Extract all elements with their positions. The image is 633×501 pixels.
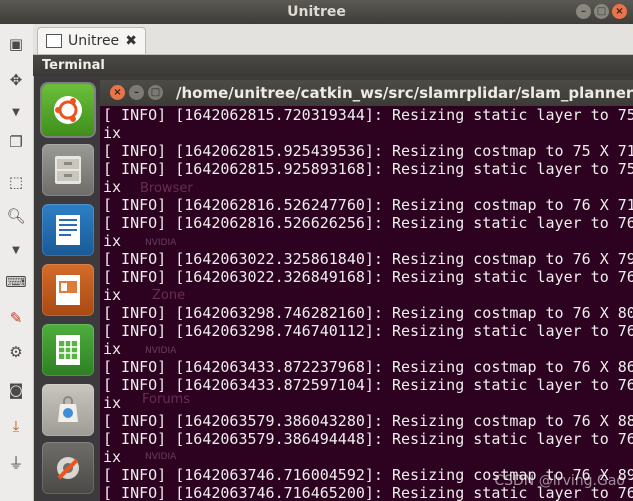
window-titlebar: Unitree – □ × <box>0 0 633 24</box>
log-line: [ INFO] [1642063298.746740112]: Resizing… <box>103 322 633 340</box>
move-icon[interactable]: ✥ <box>5 70 27 90</box>
keyboard-icon[interactable]: ⌨ <box>5 272 27 292</box>
terminal-window-controls: × – □ <box>110 85 163 100</box>
gears-icon[interactable]: ⚙ <box>5 342 27 362</box>
left-toolbar: ▣ ✥ ▼ ❐ ⬚ 🔍︎ ▼ ⌨ ✎ ⚙ ◙ ⤓ ⏚ <box>0 24 34 501</box>
log-line: [ INFO] [1642063433.872597104]: Resizing… <box>103 376 633 394</box>
tab-bar: Unitree ✖ <box>33 24 633 55</box>
download-icon[interactable]: ⤓ <box>5 416 27 436</box>
close-icon[interactable]: × <box>110 85 125 100</box>
settings-icon[interactable] <box>42 442 94 494</box>
close-tab-icon[interactable]: ✖ <box>125 33 137 49</box>
minimize-icon[interactable]: – <box>576 4 591 19</box>
log-line: [ INFO] [1642062815.720319344]: Resizing… <box>103 106 633 124</box>
log-line: [ INFO] [1642062816.526626256]: Resizing… <box>103 214 633 232</box>
terminal-title: /home/unitree/catkin_ws/src/slamrplidar/… <box>176 84 633 102</box>
writer-icon[interactable] <box>42 204 94 256</box>
log-line: ix <box>103 232 122 250</box>
log-line: ix <box>103 448 122 466</box>
log-line: [ INFO] [1642063022.326849168]: Resizing… <box>103 268 633 286</box>
files-icon[interactable] <box>42 144 94 196</box>
log-line: ix <box>103 394 122 412</box>
calc-icon[interactable] <box>42 324 94 376</box>
maximize-icon[interactable]: □ <box>594 4 609 19</box>
software-center-icon[interactable] <box>42 384 94 436</box>
log-line: [ INFO] [1642063022.325861840]: Resizing… <box>103 250 633 268</box>
minimize-icon[interactable]: – <box>129 85 144 100</box>
log-line: ix <box>103 124 122 142</box>
chevron-down-icon[interactable]: ▼ <box>5 240 27 260</box>
log-line: [ INFO] [1642062816.526247760]: Resizing… <box>103 196 633 214</box>
log-line: [ INFO] [1642063579.386043280]: Resizing… <box>103 412 633 430</box>
log-line: [ INFO] [1642062815.925439536]: Resizing… <box>103 142 633 160</box>
plug-icon[interactable]: ⏚ <box>5 452 27 472</box>
window-icon[interactable]: ▣ <box>5 34 27 54</box>
log-line: ix <box>103 340 122 358</box>
log-line: ix <box>103 178 122 196</box>
log-line: [ INFO] [1642063579.386494448]: Resizing… <box>103 430 633 448</box>
camera-icon[interactable]: ◙ <box>5 380 27 400</box>
launcher <box>38 76 100 501</box>
terminal-tab-icon <box>46 34 62 48</box>
screenshot-icon[interactable]: ⬚ <box>5 172 27 192</box>
window-controls: – □ × <box>576 4 627 19</box>
terminal-titlebar: × – □ /home/unitree/catkin_ws/src/slamrp… <box>100 80 633 106</box>
tab-unitree[interactable]: Unitree ✖ <box>37 27 146 54</box>
tab-label: Unitree <box>68 33 120 49</box>
zoom-icon[interactable]: 🔍︎ <box>5 206 27 226</box>
log-line: [ INFO] [1642062815.925893168]: Resizing… <box>103 160 633 178</box>
log-line: ix <box>103 286 122 304</box>
copy-icon[interactable]: ❐ <box>5 132 27 152</box>
chevron-down-icon[interactable]: ▼ <box>5 102 27 122</box>
panel-title: Terminal <box>33 55 633 76</box>
window-title: Unitree <box>287 4 346 20</box>
impress-icon[interactable] <box>42 264 94 316</box>
terminal-output[interactable]: Browser NVIDIA Zone NVIDIA Forums NVIDIA… <box>100 106 633 501</box>
maximize-icon[interactable]: □ <box>148 85 163 100</box>
close-icon[interactable]: × <box>612 4 627 19</box>
log-line: [ INFO] [1642063298.746282160]: Resizing… <box>103 304 633 322</box>
ubuntu-logo-icon[interactable] <box>42 84 94 136</box>
tools-icon[interactable]: ✎ <box>5 308 27 328</box>
watermark: CSDN @Irving.Gao <box>494 473 625 489</box>
log-line: [ INFO] [1642063433.872237968]: Resizing… <box>103 358 633 376</box>
